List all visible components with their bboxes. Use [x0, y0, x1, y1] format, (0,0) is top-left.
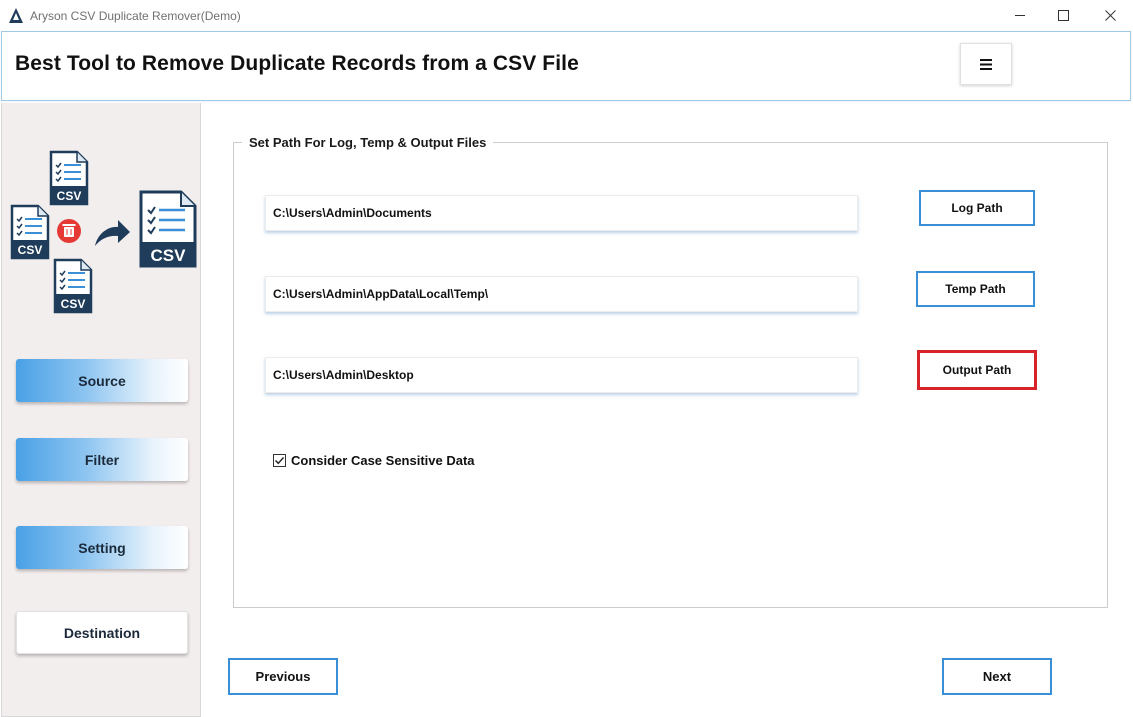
csv-label-top: CSV	[57, 189, 82, 203]
log-path-button[interactable]: Log Path	[919, 190, 1035, 226]
temp-path-field[interactable]: C:\Users\Admin\AppData\Local\Temp\	[265, 276, 858, 312]
previous-button[interactable]: Previous	[228, 658, 338, 695]
group-title: Set Path For Log, Temp & Output Files	[242, 135, 494, 150]
nav-filter-button[interactable]: Filter	[16, 438, 188, 481]
page-title: Best Tool to Remove Duplicate Records fr…	[15, 52, 579, 75]
case-sensitive-label: Consider Case Sensitive Data	[291, 453, 475, 468]
minimize-button[interactable]	[997, 0, 1043, 31]
title-bar: Aryson CSV Duplicate Remover(Demo)	[0, 0, 1133, 31]
path-settings-group: Set Path For Log, Temp & Output Files C:…	[233, 135, 1108, 608]
log-path-field[interactable]: C:\Users\Admin\Documents	[265, 195, 858, 231]
output-path-field[interactable]: C:\Users\Admin\Desktop	[265, 357, 858, 393]
nav-setting-button[interactable]: Setting	[16, 526, 188, 569]
minimize-icon	[1014, 15, 1025, 16]
nav-source-button[interactable]: Source	[16, 359, 188, 402]
header-banner: Best Tool to Remove Duplicate Records fr…	[1, 31, 1131, 101]
case-sensitive-option[interactable]: Consider Case Sensitive Data	[273, 453, 475, 468]
maximize-icon	[1057, 10, 1069, 21]
maximize-button[interactable]	[1040, 0, 1086, 31]
case-sensitive-checkbox[interactable]	[273, 454, 286, 467]
csv-label-left: CSV	[18, 243, 43, 257]
close-button[interactable]	[1087, 0, 1133, 31]
output-path-button[interactable]: Output Path	[917, 350, 1037, 390]
checkmark-icon	[275, 457, 285, 465]
window-title: Aryson CSV Duplicate Remover(Demo)	[30, 9, 241, 23]
next-button[interactable]: Next	[942, 658, 1052, 695]
arrow-right-icon	[95, 220, 130, 246]
menu-button[interactable]	[960, 43, 1012, 85]
app-window: Aryson CSV Duplicate Remover(Demo) Best …	[0, 0, 1133, 717]
csv-label-output: CSV	[151, 246, 187, 265]
csv-label-bottom: CSV	[61, 297, 86, 311]
nav-destination-button[interactable]: Destination	[16, 611, 188, 654]
delete-icon	[57, 219, 81, 243]
hamburger-menu-icon	[980, 58, 992, 70]
temp-path-button[interactable]: Temp Path	[916, 271, 1035, 307]
csv-duplicate-logo: CSV CSV CSV CSV	[10, 150, 197, 314]
close-icon	[1104, 10, 1116, 21]
sidebar: CSV CSV CSV CSV Source Filter Setting De…	[1, 103, 201, 717]
app-logo-icon	[9, 8, 23, 23]
